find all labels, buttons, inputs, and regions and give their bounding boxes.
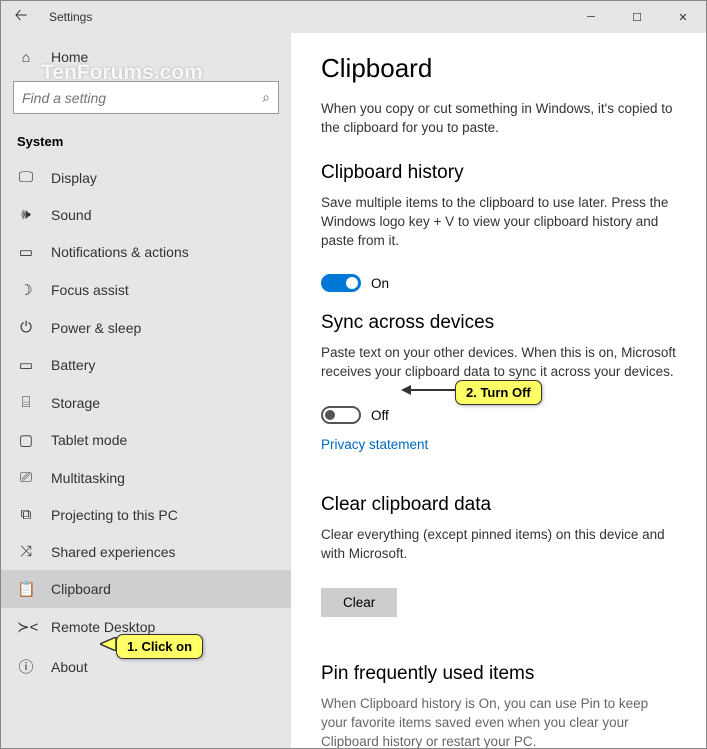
clear-desc: Clear everything (except pinned items) o… bbox=[321, 526, 676, 564]
history-toggle[interactable] bbox=[321, 274, 361, 292]
notifications-icon: ▭ bbox=[17, 243, 35, 261]
sync-toggle[interactable] bbox=[321, 406, 361, 424]
title-bar: 🡠 Settings ─ ☐ ✕ bbox=[1, 1, 706, 33]
minimize-button[interactable]: ─ bbox=[568, 1, 614, 33]
sidebar-item-multitasking[interactable]: ⎚ Multitasking bbox=[1, 459, 291, 496]
display-icon: 🖵 bbox=[17, 169, 35, 186]
history-heading: Clipboard history bbox=[321, 162, 676, 184]
multitasking-icon: ⎚ bbox=[17, 469, 35, 486]
pin-desc: When Clipboard history is On, you can us… bbox=[321, 695, 676, 748]
sync-toggle-label: Off bbox=[371, 408, 389, 423]
maximize-button[interactable]: ☐ bbox=[614, 1, 660, 33]
history-toggle-label: On bbox=[371, 276, 389, 291]
window-title: Settings bbox=[41, 10, 92, 24]
focus-assist-icon: ☽ bbox=[17, 281, 35, 299]
page-title: Clipboard bbox=[321, 53, 676, 84]
shared-icon: ⤨ bbox=[17, 543, 35, 560]
sidebar-item-storage[interactable]: ⌸ Storage bbox=[1, 384, 291, 421]
search-box[interactable]: ⌕ bbox=[13, 81, 279, 114]
callout-2-arrow bbox=[401, 383, 459, 397]
sound-icon: 🕪 bbox=[17, 206, 35, 223]
pin-heading: Pin frequently used items bbox=[321, 663, 676, 685]
clear-heading: Clear clipboard data bbox=[321, 494, 676, 516]
sidebar-item-power-sleep[interactable]: ⏻ Power & sleep bbox=[1, 309, 291, 346]
close-button[interactable]: ✕ bbox=[660, 1, 706, 33]
back-button[interactable]: 🡠 bbox=[1, 4, 41, 31]
privacy-link[interactable]: Privacy statement bbox=[321, 437, 428, 452]
home-label: Home bbox=[51, 49, 88, 65]
sidebar-item-clipboard[interactable]: 📋 Clipboard bbox=[1, 570, 291, 608]
sidebar-item-tablet-mode[interactable]: ▢ Tablet mode bbox=[1, 421, 291, 459]
clear-button[interactable]: Clear bbox=[321, 588, 397, 617]
sidebar-section-header: System bbox=[1, 128, 291, 159]
sidebar-item-focus-assist[interactable]: ☽ Focus assist bbox=[1, 271, 291, 309]
sync-desc: Paste text on your other devices. When t… bbox=[321, 344, 676, 382]
about-icon: ⓘ bbox=[17, 656, 35, 677]
home-icon: ⌂ bbox=[17, 49, 35, 65]
battery-icon: ▭ bbox=[17, 356, 35, 374]
page-intro: When you copy or cut something in Window… bbox=[321, 100, 676, 138]
sidebar-home[interactable]: ⌂ Home bbox=[1, 41, 291, 73]
search-icon: ⌕ bbox=[262, 89, 270, 106]
storage-icon: ⌸ bbox=[17, 394, 35, 411]
sidebar-item-shared-experiences[interactable]: ⤨ Shared experiences bbox=[1, 533, 291, 570]
search-input[interactable] bbox=[22, 90, 262, 106]
power-icon: ⏻ bbox=[17, 319, 35, 336]
sync-heading: Sync across devices bbox=[321, 312, 676, 334]
history-desc: Save multiple items to the clipboard to … bbox=[321, 194, 676, 251]
projecting-icon: ⧉ bbox=[17, 506, 35, 523]
sidebar-item-projecting[interactable]: ⧉ Projecting to this PC bbox=[1, 496, 291, 533]
sidebar-item-notifications[interactable]: ▭ Notifications & actions bbox=[1, 233, 291, 271]
sidebar-item-battery[interactable]: ▭ Battery bbox=[1, 346, 291, 384]
tablet-icon: ▢ bbox=[17, 431, 35, 449]
sidebar-item-display[interactable]: 🖵 Display bbox=[1, 159, 291, 196]
callout-2: 2. Turn Off bbox=[455, 380, 542, 405]
sidebar-item-sound[interactable]: 🕪 Sound bbox=[1, 196, 291, 233]
callout-1: 1. Click on bbox=[116, 634, 203, 659]
clipboard-icon: 📋 bbox=[17, 580, 35, 598]
remote-desktop-icon: ≻< bbox=[17, 618, 35, 636]
